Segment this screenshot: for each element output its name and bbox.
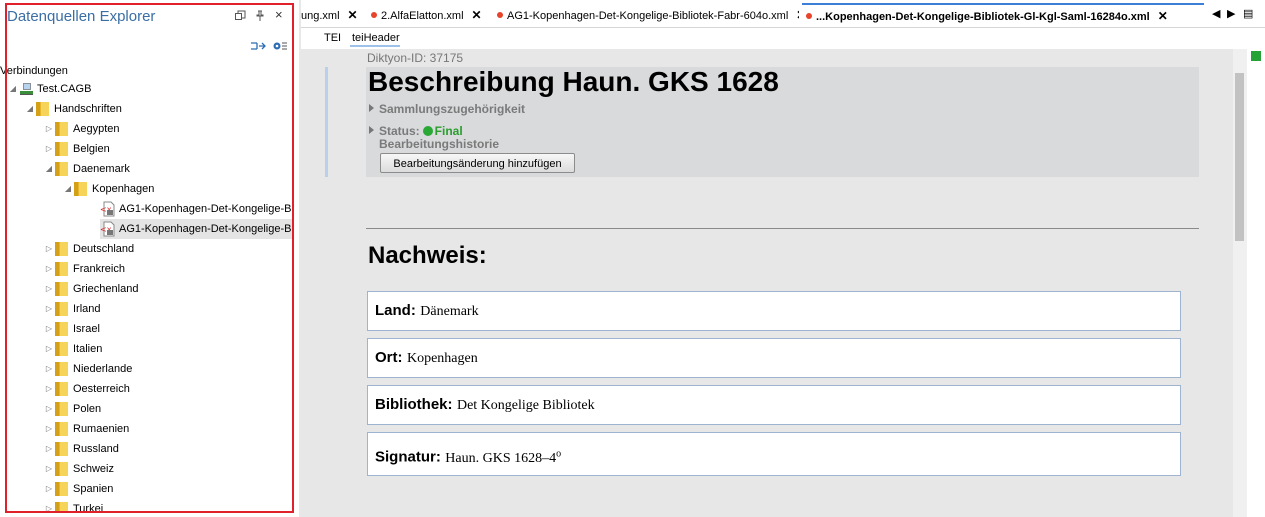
- collapsed-triangle-icon: [369, 104, 374, 112]
- mode-tab-tei[interactable]: TEI: [324, 32, 341, 44]
- mode-tab-underline: [350, 45, 400, 47]
- modified-dot-icon: [371, 12, 377, 18]
- close-tab-icon[interactable]: ✕: [796, 8, 799, 22]
- data-source-explorer-panel: Datenquellen Explorer × Verbindungen ◢ Te…: [0, 0, 300, 517]
- editor-tab[interactable]: AG1-Kopenhagen-Det-Kongelige-Bibliotek-F…: [497, 3, 799, 27]
- tab-list-menu-icon[interactable]: ▤: [1243, 7, 1253, 20]
- editor-tab[interactable]: ung.xml ✕: [301, 3, 369, 27]
- section-marker: [325, 67, 328, 177]
- nachweis-heading: Nachweis:: [368, 242, 487, 269]
- document-title: Beschreibung Haun. GKS 1628: [368, 66, 779, 97]
- status-dot-icon: [422, 126, 433, 136]
- tab-label: AG1-Kopenhagen-Det-Kongelige-Bibliotek-F…: [507, 10, 789, 22]
- field-signatur[interactable]: Signatur: Haun. GKS 1628–4o: [367, 432, 1181, 476]
- highlight-outline: [5, 3, 294, 513]
- status-value: Final: [434, 124, 463, 138]
- tab-label: ung.xml: [301, 10, 340, 22]
- field-label: Land:: [375, 302, 416, 319]
- overview-ruler: [1247, 49, 1265, 517]
- status-label: Status:: [379, 124, 420, 138]
- diktyon-id: Diktyon-ID: 37175: [367, 51, 464, 65]
- sammlung-toggle[interactable]: Sammlungszugehörigkeit: [369, 100, 525, 118]
- collapsed-triangle-icon: [369, 126, 374, 134]
- field-ort[interactable]: Ort: Kopenhagen: [367, 338, 1181, 378]
- editor-tab[interactable]: 2.AlfaElatton.xml ✕: [371, 3, 495, 27]
- mode-tab-teiheader[interactable]: teiHeader: [352, 32, 400, 44]
- field-value: Dänemark: [420, 304, 479, 319]
- field-value: Haun. GKS 1628–4o: [445, 448, 562, 466]
- field-value: Kopenhagen: [406, 351, 478, 366]
- tab-label: ...Kopenhagen-Det-Kongelige-Bibliotek-Gl…: [816, 11, 1150, 23]
- field-bibliothek[interactable]: Bibliothek: Det Kongelige Bibliotek: [367, 385, 1181, 425]
- add-edit-change-button[interactable]: Bearbeitungsänderung hinzufügen: [380, 153, 575, 173]
- field-label: Bibliothek:: [375, 396, 453, 413]
- field-label: Ort:: [375, 349, 403, 366]
- editor-tab-bar: ung.xml ✕ 2.AlfaElatton.xml ✕ AG1-Kopenhag…: [301, 3, 1265, 28]
- editor-tab-active[interactable]: ...Kopenhagen-Det-Kongelige-Bibliotek-Gl…: [802, 3, 1204, 27]
- sammlung-label: Sammlungszugehörigkeit: [379, 102, 526, 116]
- modified-dot-icon: [497, 12, 503, 18]
- editor-mode-bar: TEI teiHeader: [301, 28, 1265, 49]
- close-tab-icon[interactable]: ✕: [472, 8, 482, 22]
- field-land[interactable]: Land: Dänemark: [367, 291, 1181, 331]
- field-label: Signatur:: [375, 448, 441, 466]
- status-ok-marker[interactable]: [1251, 51, 1261, 61]
- history-label: Bearbeitungshistorie: [379, 137, 500, 151]
- scrollbar-thumb[interactable]: [1235, 73, 1244, 241]
- close-tab-icon[interactable]: ✕: [1158, 9, 1168, 23]
- separator: [366, 228, 1199, 229]
- tab-next-icon[interactable]: ▶: [1227, 7, 1235, 20]
- modified-dot-icon: [806, 13, 812, 19]
- field-value: Det Kongelige Bibliotek: [456, 398, 595, 413]
- tab-label: 2.AlfaElatton.xml: [381, 10, 464, 22]
- close-tab-icon[interactable]: ✕: [348, 8, 358, 22]
- tab-prev-icon[interactable]: ◀: [1212, 7, 1220, 20]
